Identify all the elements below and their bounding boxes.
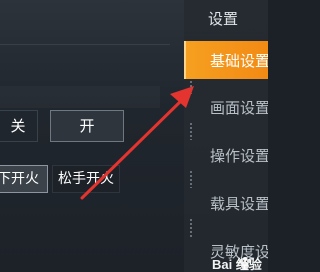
- watermark-text: Bai 经验: [212, 257, 263, 272]
- baidu-paw-icon: Bai 经验: [212, 257, 263, 272]
- game-settings-screen: 关 开 下开火 松手开火 设置 基础设置 画面设置 操作设置 载具设置 灵敏度设…: [0, 0, 268, 272]
- arrow-annotation-icon: [80, 86, 194, 200]
